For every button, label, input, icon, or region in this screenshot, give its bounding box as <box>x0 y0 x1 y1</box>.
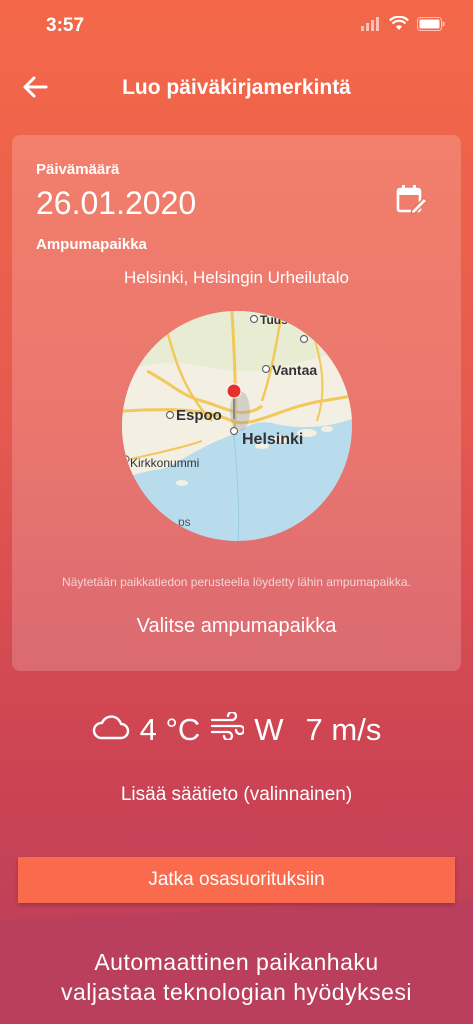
add-weather-button[interactable]: Lisää säätieto (valinnainen) <box>0 784 473 806</box>
promo-text: Automaattinen paikanhaku valjastaa tekno… <box>0 947 473 1007</box>
date-label: Päivämäärä <box>36 161 120 178</box>
temperature-value: 4 °C <box>139 712 201 747</box>
status-time: 3:57 <box>46 15 85 36</box>
wind-speed: 7 m/s <box>305 712 382 747</box>
edit-date-button[interactable] <box>395 183 429 216</box>
map-label-tuus: Tuus <box>260 313 288 327</box>
map-label-helsinki: Helsinki <box>242 431 304 448</box>
map-label-espoo: Espoo <box>176 407 222 424</box>
wind-icon <box>210 710 246 748</box>
promo-line-1: Automaattinen paikanhaku <box>94 949 379 975</box>
place-value: Helsinki, Helsingin Urheilutalo <box>124 268 349 287</box>
weather-summary[interactable]: 4 °C W 7 m/s <box>0 706 473 754</box>
cloud-icon <box>92 712 130 748</box>
map-label-kirkkonummi: Kirkkonummi <box>130 456 200 470</box>
wind-direction: W <box>254 712 284 747</box>
map-label-ps: ps <box>178 515 191 529</box>
date-value[interactable]: 26.01.2020 <box>36 185 196 222</box>
promo-banner: Automaattinen paikanhaku valjastaa tekno… <box>0 900 473 1024</box>
choose-location-button[interactable]: Valitse ampumapaikka <box>12 615 461 638</box>
calendar-edit-icon <box>396 185 429 216</box>
status-icons <box>361 15 445 36</box>
continue-button[interactable]: Jatka osasuorituksiin <box>18 857 455 903</box>
page-title: Luo päiväkirjamerkintä <box>122 76 351 99</box>
place-label: Ampumapaikka <box>36 236 147 253</box>
promo-line-2: valjastaa teknologian hyödyksesi <box>61 979 412 1005</box>
location-map[interactable]: Tuus Vantaa Espoo Helsinki Kirkkonummi p… <box>122 311 352 541</box>
map-label-vantaa: Vantaa <box>272 362 318 378</box>
entry-card: Päivämäärä 26.01.2020 Ampumapaikka Helsi… <box>12 135 461 671</box>
battery-icon <box>417 16 445 36</box>
signal-icon <box>361 16 381 36</box>
location-hint: Näytetään paikkatiedon perusteella löyde… <box>62 575 411 589</box>
nav-bar: Luo päiväkirjamerkintä <box>0 62 473 112</box>
wifi-icon <box>389 15 409 36</box>
status-bar: 3:57 <box>0 0 473 52</box>
